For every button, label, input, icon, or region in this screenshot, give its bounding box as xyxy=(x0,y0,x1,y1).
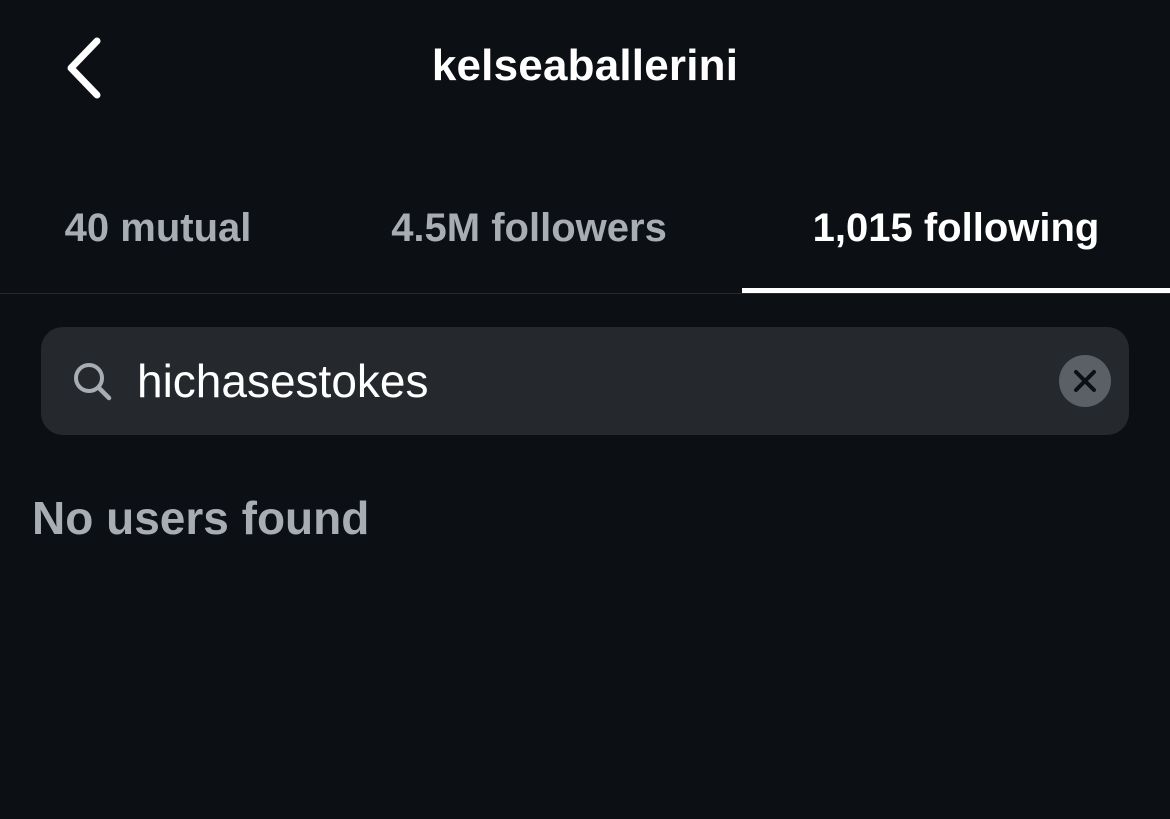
tab-following[interactable]: 1,015 following xyxy=(742,180,1170,294)
header: kelseaballerini xyxy=(0,0,1170,135)
no-results-message: No users found xyxy=(32,492,370,544)
clear-search-button[interactable] xyxy=(1059,355,1111,407)
tab-mutual[interactable]: 40 mutual xyxy=(0,180,316,294)
page-title: kelseaballerini xyxy=(431,41,739,90)
active-tab-indicator xyxy=(742,288,1170,293)
tab-bar: 40 mutual 4.5M followers 1,015 following xyxy=(0,180,1170,294)
search-bar[interactable] xyxy=(41,327,1129,435)
search-input[interactable] xyxy=(137,327,1037,435)
close-icon xyxy=(1074,370,1096,392)
following-screen: kelseaballerini 40 mutual 4.5M followers… xyxy=(0,0,1170,819)
search-icon xyxy=(74,363,112,401)
tab-followers[interactable]: 4.5M followers xyxy=(316,180,742,294)
